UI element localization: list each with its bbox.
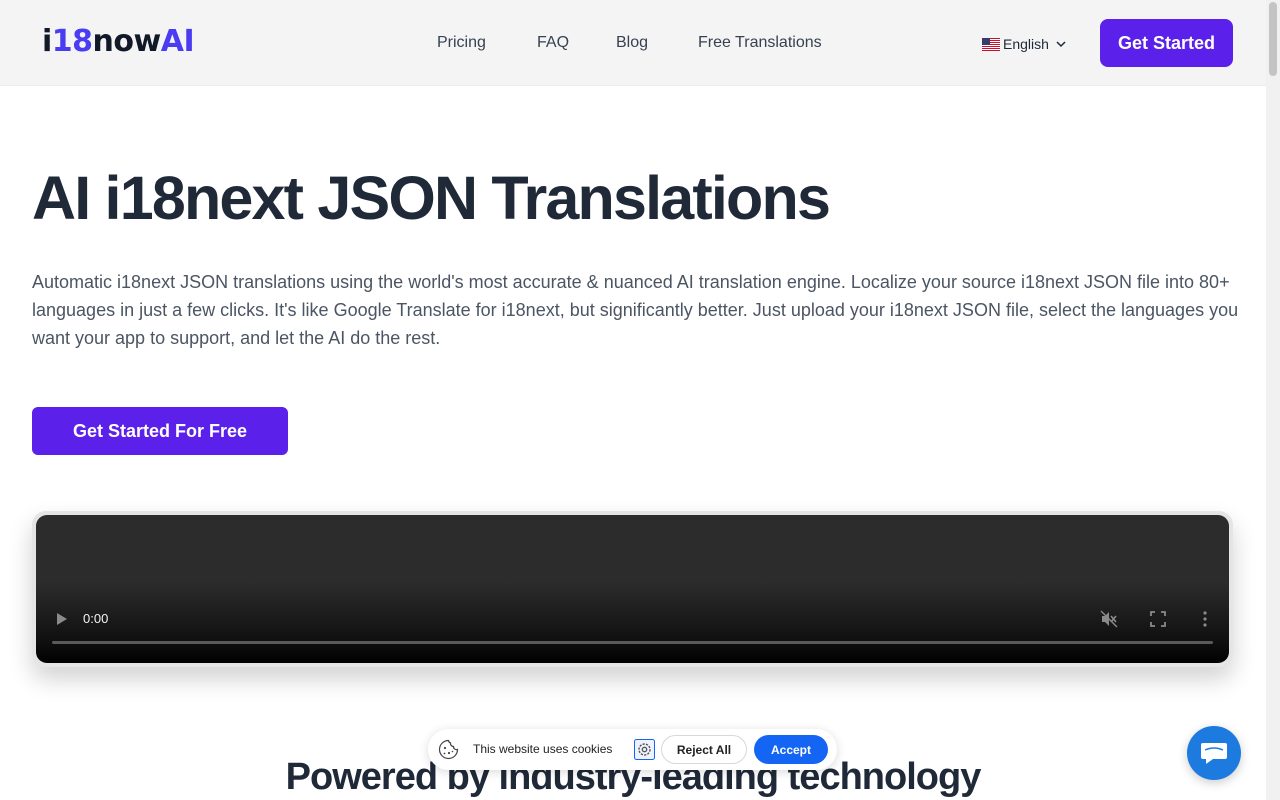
accept-cookies-button[interactable]: Accept [754,735,828,764]
nav-link-faq[interactable]: FAQ [537,33,569,53]
chat-bubble-icon [1201,743,1227,764]
video-progress-bar[interactable] [52,641,1213,644]
chevron-down-icon [1056,41,1066,48]
hero-description: Automatic i18next JSON translations usin… [32,272,1239,348]
nav-link-pricing[interactable]: Pricing [437,33,486,53]
logo-text-ai: AI [160,24,195,59]
page-title: AI i18next JSON Translations [32,164,831,232]
nav-link-blog[interactable]: Blog [616,33,648,53]
settings-gear-icon[interactable] [634,739,655,760]
logo-text-i: i [42,24,52,59]
cookie-banner: This website uses cookies Reject All Acc… [428,729,837,770]
get-started-free-button[interactable]: Get Started For Free [32,407,288,455]
cookie-message: This website uses cookies [473,742,613,756]
logo-text-now: now [92,24,162,59]
muted-volume-icon[interactable] [1100,610,1118,628]
scrollbar[interactable] [1266,0,1280,800]
language-label: English [1003,36,1049,52]
more-options-icon[interactable] [1200,611,1210,627]
video-container: 0:00 [32,511,1233,667]
logo-text-18: 18 [51,24,93,59]
logo[interactable]: i18nowAI [42,22,195,62]
video-player[interactable]: 0:00 [36,515,1229,663]
us-flag-icon [982,37,1000,51]
nav-link-free-translations[interactable]: Free Translations [698,33,822,53]
get-started-button[interactable]: Get Started [1100,19,1233,67]
chat-widget-button[interactable] [1187,726,1241,780]
video-time: 0:00 [83,611,109,626]
play-icon[interactable] [56,612,68,626]
language-selector[interactable]: English [982,34,1067,54]
site-header: i18nowAI Pricing FAQ Blog Free Translati… [0,0,1266,86]
reject-all-button[interactable]: Reject All [661,735,747,764]
fullscreen-icon[interactable] [1150,611,1166,627]
cookie-icon [438,739,459,760]
scrollbar-thumb[interactable] [1269,2,1277,76]
